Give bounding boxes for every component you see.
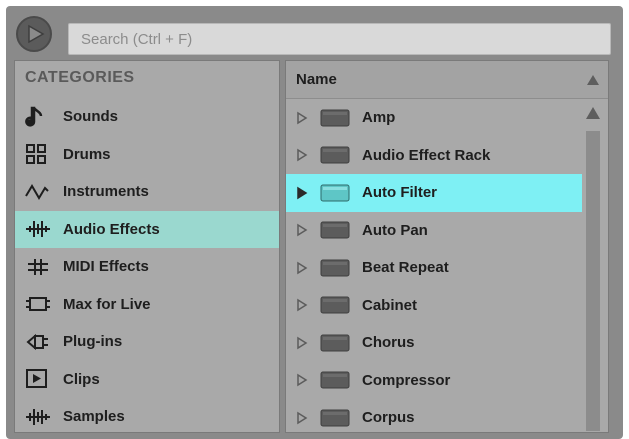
expand-triangle-icon[interactable] <box>296 261 312 275</box>
list-item-selected[interactable]: Auto Filter <box>286 174 582 212</box>
folder-icon <box>320 408 350 428</box>
folder-icon <box>320 183 350 203</box>
category-instruments[interactable]: Instruments <box>15 173 279 211</box>
category-label: MIDI Effects <box>63 258 149 276</box>
scroll-up-icon[interactable] <box>585 105 601 126</box>
expand-triangle-icon[interactable] <box>296 148 312 162</box>
expand-triangle-icon[interactable] <box>296 373 312 387</box>
list-item[interactable]: Auto Pan <box>286 212 582 250</box>
folder-icon <box>320 258 350 278</box>
name-column-label: Name <box>296 71 337 88</box>
expand-triangle-icon[interactable] <box>296 336 312 350</box>
category-drums[interactable]: Drums <box>15 136 279 174</box>
item-label: Auto Filter <box>362 184 437 202</box>
category-list: Sounds Drums Instruments Audio Effects M… <box>15 98 279 436</box>
category-audio-effects[interactable]: Audio Effects <box>15 210 279 248</box>
category-label: Plug-ins <box>63 333 123 351</box>
category-label: Audio Effects <box>63 220 160 238</box>
midi-effect-icon <box>25 255 53 279</box>
search-input[interactable] <box>69 24 610 54</box>
plugin-icon <box>25 330 53 354</box>
category-clips[interactable]: Clips <box>15 361 279 399</box>
expand-triangle-icon[interactable] <box>296 298 312 312</box>
category-samples[interactable]: Samples <box>15 398 279 436</box>
audio-effect-icon <box>25 217 53 241</box>
folder-icon <box>320 333 350 353</box>
max-for-live-icon <box>25 292 53 316</box>
item-label: Auto Pan <box>362 221 428 239</box>
item-label: Corpus <box>362 409 415 427</box>
category-label: Max for Live <box>63 295 151 313</box>
folder-icon <box>320 145 350 165</box>
vertical-scrollbar[interactable] <box>584 105 602 431</box>
item-label: Beat Repeat <box>362 259 449 277</box>
category-plug-ins[interactable]: Plug-ins <box>15 323 279 361</box>
list-item[interactable]: Cabinet <box>286 287 582 325</box>
folder-icon <box>320 295 350 315</box>
item-label: Audio Effect Rack <box>362 146 491 164</box>
expand-triangle-icon[interactable] <box>296 223 312 237</box>
folder-icon <box>320 108 350 128</box>
music-note-icon <box>25 105 53 129</box>
list-item[interactable]: Chorus <box>286 324 582 362</box>
scroll-track[interactable] <box>586 131 600 431</box>
category-max-for-live[interactable]: Max for Live <box>15 286 279 324</box>
category-label: Drums <box>63 145 111 163</box>
sort-ascending-icon[interactable] <box>586 73 600 91</box>
preview-play-button[interactable] <box>16 16 52 52</box>
item-label: Cabinet <box>362 296 418 314</box>
categories-header: CATEGORIES <box>25 69 135 86</box>
expand-triangle-icon[interactable] <box>296 186 312 200</box>
folder-icon <box>320 370 350 390</box>
category-sounds[interactable]: Sounds <box>15 98 279 136</box>
item-label: Compressor <box>362 371 451 389</box>
list-item[interactable]: Corpus <box>286 399 582 437</box>
search-field[interactable] <box>68 23 611 55</box>
categories-panel: CATEGORIES Sounds Drums Instruments Audi… <box>14 60 280 433</box>
category-midi-effects[interactable]: MIDI Effects <box>15 248 279 286</box>
waveform-icon <box>25 180 53 204</box>
list-item[interactable]: Audio Effect Rack <box>286 137 582 175</box>
folder-icon <box>320 220 350 240</box>
expand-triangle-icon[interactable] <box>296 411 312 425</box>
category-label: Instruments <box>63 183 149 201</box>
clip-icon <box>25 367 53 391</box>
sample-icon <box>25 405 53 429</box>
list-item[interactable]: Amp <box>286 99 582 137</box>
list-item[interactable]: Compressor <box>286 362 582 400</box>
device-list: Amp Audio Effect Rack Auto Filter Auto P… <box>286 99 582 437</box>
item-label: Chorus <box>362 334 415 352</box>
category-label: Samples <box>63 408 125 426</box>
drum-grid-icon <box>25 142 53 166</box>
browser-list-panel: Name Amp Audio Effect Rack Auto Filter A… <box>285 60 609 433</box>
category-label: Sounds <box>63 108 118 126</box>
item-label: Amp <box>362 109 396 127</box>
list-item[interactable]: Beat Repeat <box>286 249 582 287</box>
play-icon <box>28 24 45 44</box>
category-label: Clips <box>63 370 100 388</box>
name-column-header[interactable]: Name <box>286 61 608 99</box>
expand-triangle-icon[interactable] <box>296 111 312 125</box>
